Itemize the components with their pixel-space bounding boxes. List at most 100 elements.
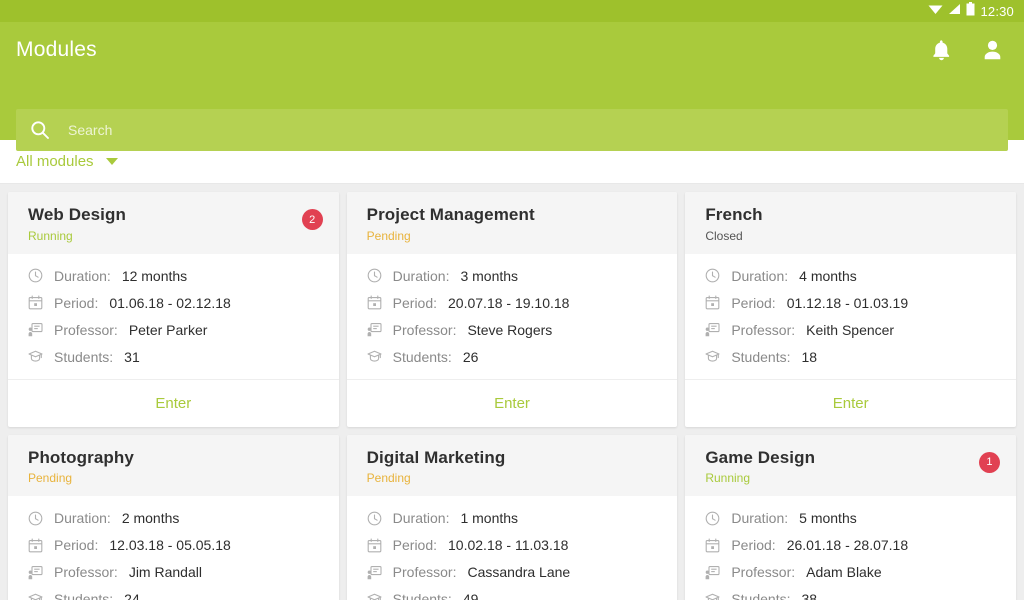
module-period-label: Period: (392, 537, 438, 554)
module-period-value: 01.06.18 - 02.12.18 (109, 294, 231, 311)
page-title: Modules (16, 38, 97, 61)
module-professor-row: Professor: Jim Randall (28, 564, 319, 580)
module-students-row: Students: 18 (705, 349, 996, 365)
module-card-6[interactable]: Game Design Running 1 Duration: 5 months (685, 434, 1016, 600)
status-badge: Pending (28, 471, 73, 486)
module-card-header: French Closed (685, 192, 1016, 254)
app-bar-top: Modules (16, 22, 1008, 78)
module-professor-value: Cassandra Lane (467, 564, 571, 581)
search-input[interactable] (68, 122, 994, 138)
module-card-body: Duration: 5 months Period: 26.01.18 - 28… (685, 496, 1016, 600)
search-icon (30, 120, 50, 140)
calendar-icon (28, 295, 43, 310)
module-duration-value: 2 months (121, 510, 180, 527)
module-students-value: 38 (801, 591, 818, 600)
module-duration-row: Duration: 3 months (367, 268, 658, 284)
search-bar[interactable] (16, 109, 1008, 151)
app-bar: Modules (0, 22, 1024, 151)
module-card-2[interactable]: Project Management Pending Duration: 3 m… (346, 192, 678, 427)
status-badge: Pending (366, 471, 411, 486)
chevron-down-icon[interactable] (105, 158, 118, 165)
module-students-label: Students: (731, 591, 791, 600)
module-period-label: Period: (54, 537, 99, 554)
module-duration-label: Duration: (54, 267, 111, 284)
presentation-board-icon (705, 565, 720, 580)
module-students-value: 24 (124, 591, 140, 600)
module-card-4[interactable]: Photography Pending Duration: 2 months P… (8, 434, 339, 600)
module-period-row: Period: 01.12.18 - 01.03.19 (705, 295, 996, 311)
module-duration-label: Duration: (731, 267, 789, 284)
module-professor-row: Professor: Adam Blake (705, 564, 996, 580)
status-badge: Pending (366, 228, 411, 243)
calendar-icon (367, 295, 382, 310)
status-bar-clock: 12:30 (980, 3, 1014, 19)
module-filter-label[interactable]: All modules (16, 153, 94, 170)
status-badge: Closed (705, 228, 743, 243)
module-duration-label: Duration: (392, 267, 450, 284)
bell-icon[interactable] (930, 38, 953, 62)
module-card-header: Game Design Running 1 (685, 434, 1016, 497)
enter-button[interactable]: Enter (346, 378, 678, 427)
module-students-value: 31 (124, 348, 140, 365)
module-period-row: Period: 12.03.18 - 05.05.18 (28, 537, 319, 553)
module-card-header: Project Management Pending (346, 192, 678, 254)
status-badge: Running (705, 471, 751, 486)
status-bar: 12:30 (0, 0, 1024, 22)
module-period-value: 20.07.18 - 19.10.18 (448, 294, 570, 311)
module-period-value: 26.01.18 - 28.07.18 (786, 537, 909, 554)
enter-button[interactable]: Enter (8, 378, 339, 427)
module-professor-row: Professor: Peter Parker (28, 322, 319, 338)
module-card-heading: Photography Pending (28, 448, 323, 486)
module-duration-label: Duration: (731, 510, 789, 527)
module-title: Web Design (28, 205, 126, 224)
module-duration-value: 12 months (121, 267, 188, 284)
module-period-row: Period: 26.01.18 - 28.07.18 (705, 537, 996, 553)
signal-icon (948, 2, 961, 20)
module-card-body: Duration: 12 months Period: 01.06.18 - 0… (8, 254, 339, 379)
enter-button-label: Enter (494, 394, 530, 412)
clock-icon (705, 268, 720, 283)
status-badge: Running (28, 228, 73, 243)
module-card-header: Photography Pending (8, 434, 339, 497)
battery-icon (966, 1, 975, 21)
presentation-board-icon (367, 565, 382, 580)
clock-icon (705, 511, 720, 526)
module-duration-value: 4 months (799, 267, 857, 284)
module-period-value: 10.02.18 - 11.03.18 (448, 537, 569, 554)
graduation-cap-icon (367, 349, 382, 364)
module-card-body: Duration: 4 months Period: 01.12.18 - 01… (685, 254, 1016, 379)
module-professor-label: Professor: (392, 321, 457, 338)
presentation-board-icon (367, 322, 382, 337)
module-card-header: Web Design Running 2 (8, 192, 339, 254)
module-students-value: 26 (462, 348, 479, 365)
module-period-row: Period: 01.06.18 - 02.12.18 (28, 295, 319, 311)
enter-button[interactable]: Enter (685, 378, 1016, 427)
module-duration-label: Duration: (392, 510, 450, 527)
calendar-icon (705, 538, 720, 553)
module-card-1[interactable]: Web Design Running 2 Duration: 12 months (8, 192, 339, 427)
module-students-label: Students: (54, 348, 114, 365)
module-period-label: Period: (54, 294, 99, 311)
module-card-heading: Project Management Pending (367, 205, 662, 243)
graduation-cap-icon (705, 592, 720, 600)
module-period-row: Period: 20.07.18 - 19.10.18 (367, 295, 658, 311)
module-professor-row: Professor: Cassandra Lane (367, 564, 658, 580)
module-title: Project Management (366, 205, 535, 224)
module-students-row: Students: 24 (28, 591, 319, 600)
module-professor-value: Jim Randall (128, 564, 202, 581)
calendar-icon (28, 538, 43, 553)
module-card-heading: French Closed (705, 205, 1000, 243)
person-icon[interactable] (981, 38, 1004, 62)
module-card-3[interactable]: French Closed Duration: 4 months Period:… (685, 192, 1016, 427)
wifi-icon (928, 2, 943, 20)
module-period-value: 12.03.18 - 05.05.18 (109, 537, 231, 554)
module-card-5[interactable]: Digital Marketing Pending Duration: 1 mo… (346, 434, 678, 600)
clock-icon (367, 268, 382, 283)
module-card-body: Duration: 3 months Period: 20.07.18 - 19… (347, 254, 678, 379)
clock-icon (28, 511, 43, 526)
notification-count-badge: 2 (301, 209, 323, 230)
module-professor-label: Professor: (54, 321, 118, 338)
module-students-row: Students: 49 (367, 591, 658, 600)
graduation-cap-icon (367, 592, 382, 600)
module-duration-row: Duration: 4 months (705, 268, 996, 284)
